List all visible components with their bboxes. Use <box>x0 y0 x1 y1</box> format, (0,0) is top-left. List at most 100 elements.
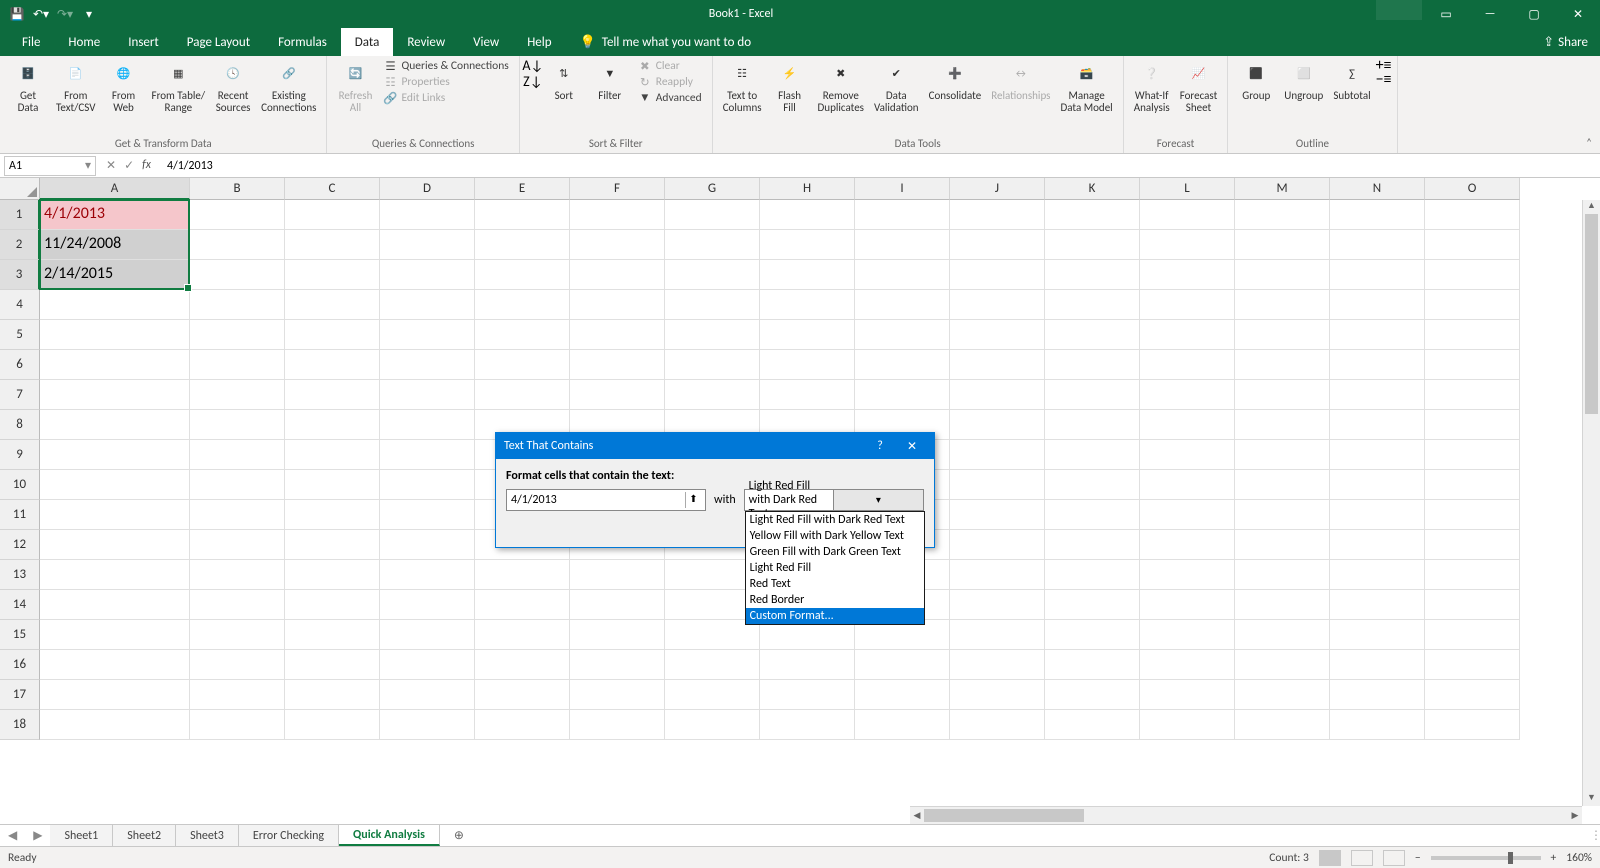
cell-I2[interactable] <box>855 230 950 260</box>
cell-E7[interactable] <box>475 380 570 410</box>
cell-J7[interactable] <box>950 380 1045 410</box>
cell-M7[interactable] <box>1235 380 1330 410</box>
cell-C18[interactable] <box>285 710 380 740</box>
row-header-10[interactable]: 10 <box>0 470 40 500</box>
cell-M13[interactable] <box>1235 560 1330 590</box>
recent-sources-button[interactable]: 🕓Recent Sources <box>211 58 255 116</box>
cell-A4[interactable] <box>40 290 190 320</box>
cell-K18[interactable] <box>1045 710 1140 740</box>
cell-M18[interactable] <box>1235 710 1330 740</box>
cell-E5[interactable] <box>475 320 570 350</box>
cell-G2[interactable] <box>665 230 760 260</box>
cell-N6[interactable] <box>1330 350 1425 380</box>
sort-az-icon[interactable]: A↓ <box>526 58 540 72</box>
cell-O9[interactable] <box>1425 440 1520 470</box>
cell-B17[interactable] <box>190 680 285 710</box>
cell-D6[interactable] <box>380 350 475 380</box>
cell-C10[interactable] <box>285 470 380 500</box>
cell-M1[interactable] <box>1235 200 1330 230</box>
cell-B11[interactable] <box>190 500 285 530</box>
cell-J4[interactable] <box>950 290 1045 320</box>
sheet-nav-next-icon[interactable]: ▶ <box>25 828 50 843</box>
cell-I17[interactable] <box>855 680 950 710</box>
cell-I16[interactable] <box>855 650 950 680</box>
cell-G17[interactable] <box>665 680 760 710</box>
page-layout-view-icon[interactable] <box>1351 850 1373 866</box>
cell-N3[interactable] <box>1330 260 1425 290</box>
cell-A5[interactable] <box>40 320 190 350</box>
column-header-N[interactable]: N <box>1330 178 1425 200</box>
cell-F16[interactable] <box>570 650 665 680</box>
cell-L7[interactable] <box>1140 380 1235 410</box>
column-header-O[interactable]: O <box>1425 178 1520 200</box>
cell-B12[interactable] <box>190 530 285 560</box>
cell-G4[interactable] <box>665 290 760 320</box>
cell-O12[interactable] <box>1425 530 1520 560</box>
cell-K4[interactable] <box>1045 290 1140 320</box>
cell-L8[interactable] <box>1140 410 1235 440</box>
cell-M9[interactable] <box>1235 440 1330 470</box>
v-scroll-thumb[interactable] <box>1585 214 1598 414</box>
normal-view-icon[interactable] <box>1319 850 1341 866</box>
cell-N14[interactable] <box>1330 590 1425 620</box>
cell-J5[interactable] <box>950 320 1045 350</box>
cell-D8[interactable] <box>380 410 475 440</box>
cell-M8[interactable] <box>1235 410 1330 440</box>
cell-K8[interactable] <box>1045 410 1140 440</box>
cell-H17[interactable] <box>760 680 855 710</box>
cell-O16[interactable] <box>1425 650 1520 680</box>
cell-C2[interactable] <box>285 230 380 260</box>
cell-J3[interactable] <box>950 260 1045 290</box>
cell-C3[interactable] <box>285 260 380 290</box>
column-header-K[interactable]: K <box>1045 178 1140 200</box>
horizontal-scrollbar[interactable]: ◀ ▶ <box>910 806 1582 824</box>
properties-button[interactable]: ☷Properties <box>379 74 512 90</box>
cell-H1[interactable] <box>760 200 855 230</box>
cell-I6[interactable] <box>855 350 950 380</box>
minimize-icon[interactable]: — <box>1468 0 1512 28</box>
data-validation-button[interactable]: ✔Data Validation <box>870 58 923 116</box>
cell-I18[interactable] <box>855 710 950 740</box>
cell-C17[interactable] <box>285 680 380 710</box>
advanced-button[interactable]: ▼Advanced <box>634 90 706 106</box>
cell-C11[interactable] <box>285 500 380 530</box>
row-header-2[interactable]: 2 <box>0 230 40 260</box>
sheet-tab-quick-analysis[interactable]: Quick Analysis <box>339 825 440 846</box>
cell-L6[interactable] <box>1140 350 1235 380</box>
tab-file[interactable]: File <box>8 28 54 56</box>
cell-F13[interactable] <box>570 560 665 590</box>
maximize-icon[interactable]: ▢ <box>1512 0 1556 28</box>
cell-N1[interactable] <box>1330 200 1425 230</box>
cell-C6[interactable] <box>285 350 380 380</box>
cell-N5[interactable] <box>1330 320 1425 350</box>
zoom-level[interactable]: 160% <box>1566 851 1592 865</box>
cell-O8[interactable] <box>1425 410 1520 440</box>
cell-L14[interactable] <box>1140 590 1235 620</box>
cell-F2[interactable] <box>570 230 665 260</box>
cell-D1[interactable] <box>380 200 475 230</box>
cell-G5[interactable] <box>665 320 760 350</box>
cell-O18[interactable] <box>1425 710 1520 740</box>
cell-M3[interactable] <box>1235 260 1330 290</box>
page-break-view-icon[interactable] <box>1383 850 1405 866</box>
cell-A15[interactable] <box>40 620 190 650</box>
cell-F4[interactable] <box>570 290 665 320</box>
sort-button[interactable]: ⇅Sort <box>542 58 586 104</box>
cell-O17[interactable] <box>1425 680 1520 710</box>
hide-detail-icon[interactable]: −≡ <box>1377 72 1391 86</box>
cell-A3[interactable]: 2/14/2015 <box>40 260 190 290</box>
relationships-button[interactable]: ↔Relationships <box>987 58 1054 104</box>
cell-I4[interactable] <box>855 290 950 320</box>
dropdown-option[interactable]: Yellow Fill with Dark Yellow Text <box>746 528 924 544</box>
scroll-right-icon[interactable]: ▶ <box>1568 807 1582 824</box>
cell-H6[interactable] <box>760 350 855 380</box>
get-data-button[interactable]: 🗄️Get Data <box>6 58 50 116</box>
dropdown-option[interactable]: Red Text <box>746 576 924 592</box>
cell-L5[interactable] <box>1140 320 1235 350</box>
cancel-formula-icon[interactable]: ✕ <box>106 158 116 173</box>
name-box[interactable]: A1 ▾ <box>4 156 96 176</box>
tab-formulas[interactable]: Formulas <box>264 28 341 56</box>
cell-K10[interactable] <box>1045 470 1140 500</box>
cell-A16[interactable] <box>40 650 190 680</box>
column-header-M[interactable]: M <box>1235 178 1330 200</box>
